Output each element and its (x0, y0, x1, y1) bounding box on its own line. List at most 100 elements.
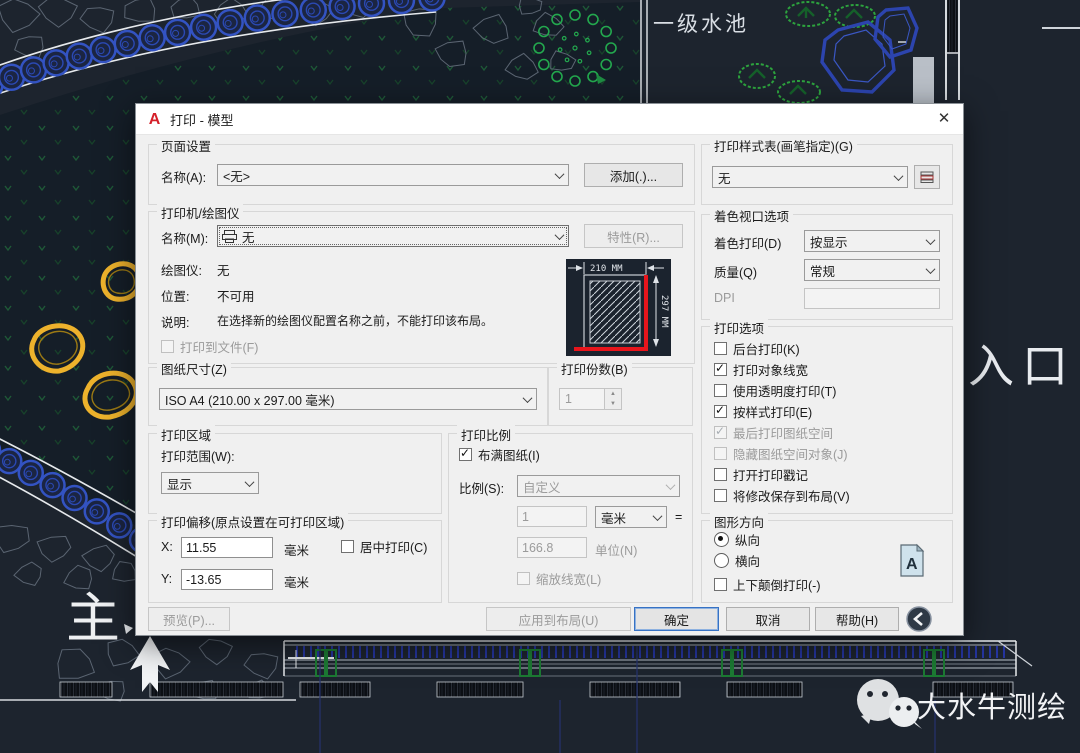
plot-style-editor-icon (920, 171, 934, 183)
plot-upside-down-checkbox-row[interactable]: 上下颠倒打印(-) (714, 576, 821, 592)
scale-combobox[interactable]: 自定义 (517, 475, 680, 497)
printer-icon (222, 230, 237, 243)
checkbox-icon[interactable] (714, 363, 727, 376)
center-plot-checkbox-row[interactable]: 居中打印(C) (341, 538, 427, 554)
checkbox-icon[interactable] (714, 578, 727, 591)
group-drawing-orientation: 图形方向 纵向 横向 上下颠倒打印(-) A (701, 520, 953, 603)
plot-to-file-checkbox-row[interactable]: 打印到文件(F) (161, 338, 258, 354)
group-legend: 打印份数(B) (557, 359, 632, 378)
scale-unit-combobox[interactable]: 毫米 (595, 506, 667, 528)
checkbox-icon[interactable] (517, 572, 530, 585)
plot-dialog: A 打印 - 模型 ✕ 页面设置 名称(A): <无> 添加(.)... 打印机… (135, 103, 964, 636)
group-plot-area: 打印区域 打印范围(W): 显示 (148, 433, 442, 514)
offset-y-unit: 毫米 (284, 572, 309, 591)
checkbox-icon[interactable] (459, 448, 472, 461)
ok-button[interactable]: 确定 (634, 607, 719, 631)
chevron-down-icon[interactable] (550, 226, 568, 246)
close-icon[interactable]: ✕ (931, 107, 957, 131)
description-label: 说明: (161, 312, 189, 331)
chevron-down-icon[interactable] (550, 165, 568, 185)
scale-denominator-input[interactable]: 166.8 (517, 537, 587, 558)
dpi-input[interactable] (804, 288, 940, 309)
quality-label: 质量(Q) (714, 262, 757, 281)
fit-to-paper-checkbox-row[interactable]: 布满图纸(I) (459, 446, 540, 462)
plotter-label: 绘图仪: (161, 260, 202, 279)
copies-spinner[interactable]: 1 ▲▼ (559, 388, 622, 410)
radio-icon[interactable] (714, 532, 729, 547)
dialog-titlebar[interactable]: A 打印 - 模型 ✕ (136, 104, 963, 135)
checkbox-icon[interactable] (714, 384, 727, 397)
checkbox-icon[interactable] (161, 340, 174, 353)
paper-size-combobox[interactable]: ISO A4 (210.00 x 297.00 毫米) (159, 388, 537, 410)
checkbox-icon[interactable] (714, 426, 727, 439)
add-page-setup-button[interactable]: 添加(.)... (584, 163, 683, 187)
edit-plot-style-button[interactable] (914, 165, 940, 189)
option-plot-object-lineweights[interactable]: 打印对象线宽 (714, 361, 808, 377)
option-plot-stamp[interactable]: 打开打印戳记 (714, 466, 808, 482)
option-save-changes-to-layout[interactable]: 将修改保存到布局(V) (714, 487, 850, 503)
scale-unit-label: 单位(N) (595, 540, 637, 559)
orientation-paper-icon: A (898, 543, 926, 579)
chevron-down-icon[interactable] (518, 389, 536, 409)
chevron-down-icon[interactable] (921, 260, 939, 280)
spinner-down-icon[interactable]: ▼ (605, 399, 621, 409)
plot-range-label: 打印范围(W): (161, 446, 235, 465)
dpi-label: DPI (714, 291, 735, 305)
portrait-radio-row[interactable]: 纵向 (714, 531, 760, 547)
paper-height-dimension: 297 MM (659, 295, 669, 328)
group-legend: 图纸尺寸(Z) (157, 359, 231, 378)
chevron-down-icon[interactable] (240, 473, 258, 493)
option-plot-with-styles[interactable]: 按样式打印(E) (714, 403, 812, 419)
offset-x-input[interactable]: 11.55 (181, 537, 273, 558)
autocad-logo-icon: A (146, 111, 163, 128)
shrub-inner-marks (749, 8, 862, 94)
quality-combobox[interactable]: 常规 (804, 259, 940, 281)
option-hide-paperspace-objects[interactable]: 隐藏图纸空间对象(J) (714, 445, 848, 461)
group-legend: 打印区域 (157, 425, 215, 444)
checkbox-icon[interactable] (714, 342, 727, 355)
checkbox-icon[interactable] (714, 489, 727, 502)
radio-icon[interactable] (714, 553, 729, 568)
page-setup-name-combobox[interactable]: <无> (217, 164, 569, 186)
help-button[interactable]: 帮助(H) (815, 607, 899, 631)
group-legend: 打印样式表(画笔指定)(G) (710, 136, 857, 155)
checkbox-icon[interactable] (714, 468, 727, 481)
spinner-up-icon[interactable]: ▲ (605, 389, 621, 399)
plotter-value: 无 (217, 260, 230, 279)
scale-lineweights-checkbox-row[interactable]: 缩放线宽(L) (517, 570, 601, 586)
location-label: 位置: (161, 286, 189, 305)
printer-name-combobox[interactable]: 无 (217, 225, 569, 247)
landscape-radio-row[interactable]: 横向 (714, 552, 760, 568)
printer-name-label: 名称(M): (161, 228, 208, 247)
group-legend: 图形方向 (710, 512, 768, 531)
printer-properties-button[interactable]: 特性(R)... (584, 224, 683, 248)
scale-numerator-input[interactable]: 1 (517, 506, 587, 527)
cancel-button[interactable]: 取消 (726, 607, 810, 631)
chevron-down-icon[interactable] (648, 507, 666, 527)
preview-button[interactable]: 预览(P)... (148, 607, 230, 631)
option-plot-transparency[interactable]: 使用透明度打印(T) (714, 382, 836, 398)
checkbox-icon[interactable] (341, 540, 354, 553)
chevron-down-icon[interactable] (889, 167, 907, 187)
checkbox-icon[interactable] (714, 447, 727, 460)
checkbox-icon[interactable] (714, 405, 727, 418)
plot-style-combobox[interactable]: 无 (712, 166, 908, 188)
dialog-title: 打印 - 模型 (170, 110, 234, 129)
apply-to-layout-button[interactable]: 应用到布局(U) (486, 607, 631, 631)
paper-width-dimension: 210 MM (590, 264, 623, 274)
option-plot-in-background[interactable]: 后台打印(K) (714, 340, 800, 356)
autocad-canvas: 一级水池 入口 主 大水牛测绘 A 打印 - 模型 ✕ 页面设置 名称(A): … (0, 0, 1080, 753)
wechat-icon (857, 679, 922, 729)
less-options-button[interactable] (905, 605, 933, 633)
plot-range-combobox[interactable]: 显示 (161, 472, 259, 494)
group-paper-size: 图纸尺寸(Z) ISO A4 (210.00 x 297.00 毫米) (148, 367, 548, 426)
group-plot-options: 打印选项 后台打印(K) 打印对象线宽 使用透明度打印(T) 按样式打印(E) … (701, 326, 953, 514)
chevron-down-icon[interactable] (661, 476, 679, 496)
option-paperspace-last[interactable]: 最后打印图纸空间 (714, 424, 833, 440)
offset-x-unit: 毫米 (284, 540, 309, 559)
chevron-down-icon[interactable] (921, 231, 939, 251)
shade-plot-combobox[interactable]: 按显示 (804, 230, 940, 252)
offset-y-input[interactable]: -13.65 (181, 569, 273, 590)
group-legend: 页面设置 (157, 136, 215, 155)
equals-sign: = (675, 510, 682, 524)
